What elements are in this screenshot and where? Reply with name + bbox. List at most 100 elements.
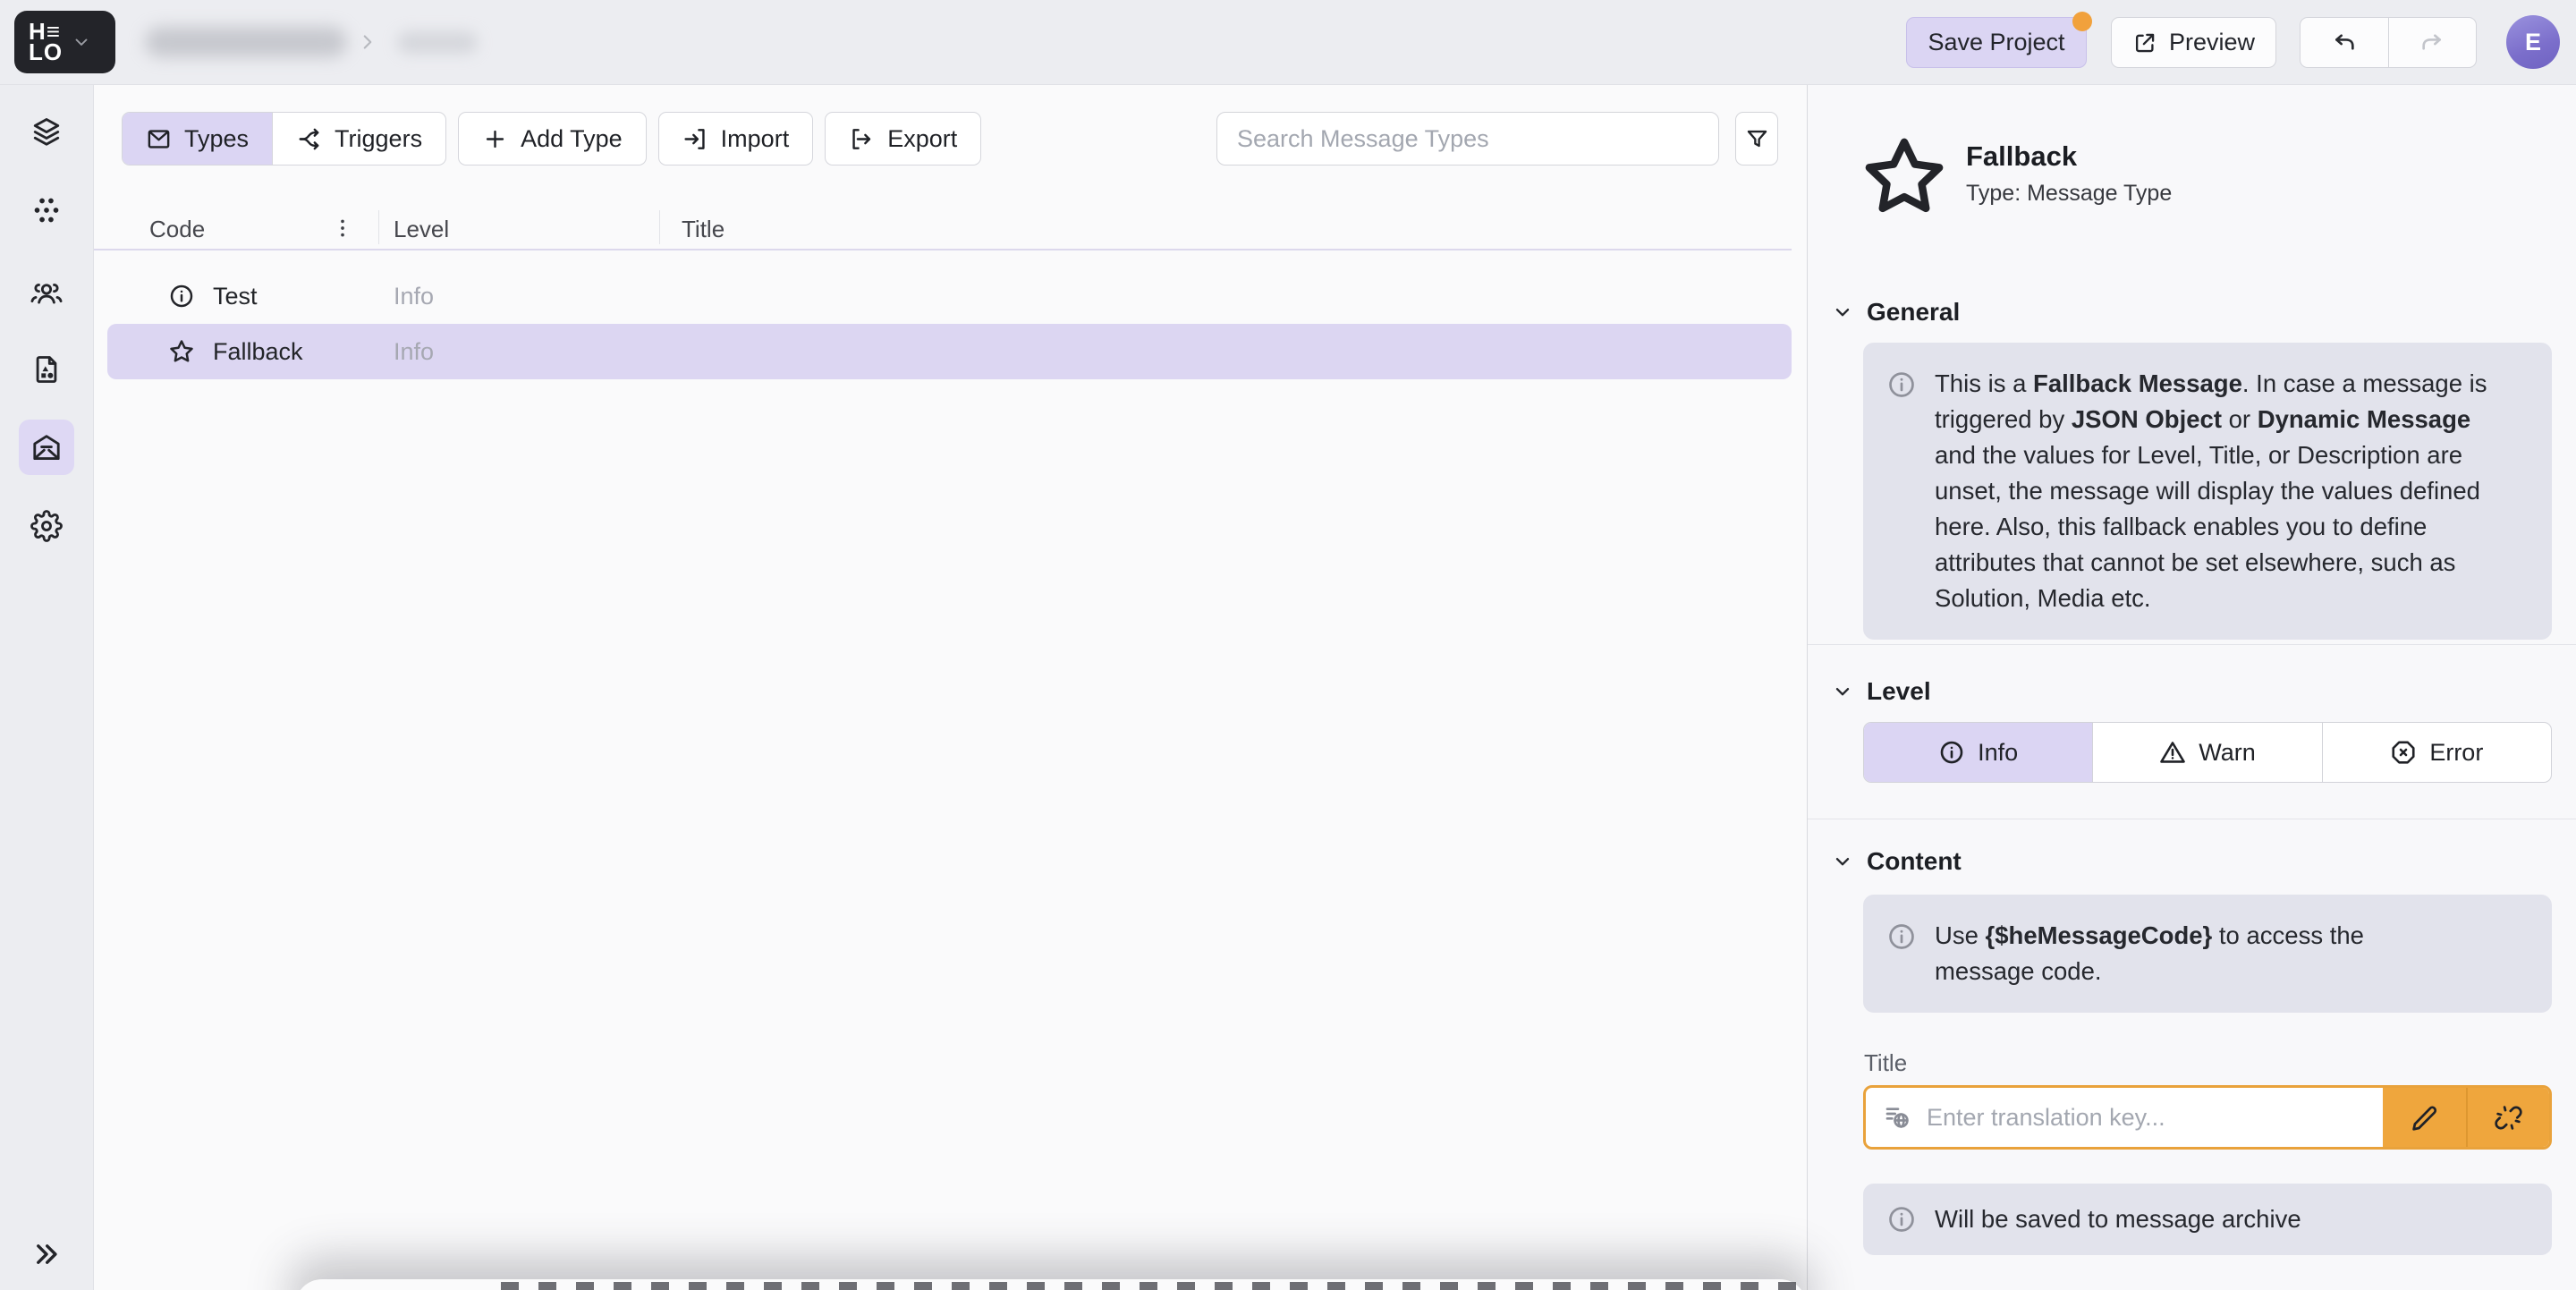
sidebar-expand-button[interactable] [19,1226,74,1282]
info-circle-icon [1886,369,1917,400]
section-content-toggle[interactable]: Content [1832,847,1962,876]
section-general-toggle[interactable]: General [1832,298,1960,327]
column-header-code: Code [149,216,205,243]
top-bar: H≡ LO Save Project Preview E [0,0,2576,85]
unsaved-changes-dot [2072,12,2092,31]
sidebar-item-messages[interactable] [19,420,74,475]
table-row-test[interactable]: Test Info [107,268,1792,324]
edit-translation-button[interactable] [2383,1088,2466,1147]
bottom-canvas-dashed-edge [501,1282,1803,1290]
column-divider [659,210,660,244]
general-info-box: This is a Fallback Message. In case a me… [1863,343,2552,640]
tab-triggers-label: Triggers [335,125,422,153]
breadcrumb-project-blurred[interactable] [145,27,347,57]
detail-panel: Fallback Type: Message Type General This… [1807,85,2576,1290]
panel-title: Fallback [1966,140,2077,173]
level-option-error[interactable]: Error [2322,723,2551,782]
add-type-button[interactable]: Add Type [458,112,647,165]
translation-key-icon [1884,1103,1912,1132]
archive-info-text: Will be saved to message archive [1935,1201,2301,1237]
app-logo: H≡ LO [29,21,63,63]
column-header-level: Level [394,216,449,243]
section-content-heading: Content [1867,847,1962,876]
translation-key-input[interactable] [1912,1088,2383,1147]
split-icon [296,126,322,152]
import-icon [682,126,708,152]
unlink-icon [2495,1104,2522,1132]
gear-icon [30,510,63,542]
level-option-warn[interactable]: Warn [2092,723,2321,782]
star-icon [168,338,195,365]
save-project-label: Save Project [1928,29,2064,56]
media-document-icon [30,353,63,386]
apps-grid-icon [30,194,63,226]
row-level: Info [394,338,434,366]
table-header-border [94,249,1792,250]
pencil-icon [2411,1104,2438,1132]
column-menu-button[interactable] [326,212,359,244]
sidebar-item-apps[interactable] [19,182,74,238]
save-project-button[interactable]: Save Project [1906,17,2087,68]
column-divider [378,210,379,244]
info-circle-icon [168,283,195,310]
open-envelope-icon [30,431,63,463]
level-segmented-control: Info Warn Error [1863,722,2552,783]
tab-types[interactable]: Types [123,113,272,165]
unlink-translation-button[interactable] [2466,1088,2549,1147]
envelope-icon [146,126,172,152]
add-type-label: Add Type [521,125,623,153]
level-info-label: Info [1978,739,2018,767]
sidebar-item-media[interactable] [19,342,74,397]
archive-info-box: Will be saved to message archive [1863,1184,2552,1255]
types-triggers-tabs: Types Triggers [122,112,446,165]
avatar[interactable]: E [2506,15,2560,69]
redo-button-disabled[interactable] [2388,18,2477,67]
level-warn-label: Warn [2199,739,2256,767]
app-logo-menu[interactable]: H≡ LO [14,11,115,73]
column-header-title: Title [682,216,724,243]
level-error-label: Error [2429,739,2483,767]
avatar-initial: E [2525,29,2541,56]
preview-button[interactable]: Preview [2111,17,2276,68]
breadcrumb-page-blurred [397,31,478,54]
general-info-text: This is a Fallback Message. In case a me… [1935,366,2514,616]
chevron-down-icon [1832,851,1853,872]
export-label: Export [887,125,957,153]
table-header: Code Level Title [94,208,1792,250]
row-level: Info [394,283,434,310]
table-row-fallback[interactable]: Fallback Info [107,324,1792,379]
redo-icon [2418,29,2446,57]
level-option-info[interactable]: Info [1864,723,2092,782]
chevron-down-icon [1832,301,1853,323]
chevron-down-icon [72,32,91,52]
users-icon [30,276,63,309]
star-icon [1859,132,1950,223]
row-code: Fallback [213,338,303,366]
message-types-main: Types Triggers Add Type Import Export Co… [94,85,1807,1290]
plus-icon [482,126,508,152]
section-divider [1808,644,2576,645]
tab-types-label: Types [184,125,249,153]
tab-triggers[interactable]: Triggers [272,113,445,165]
info-circle-icon [1886,921,1917,952]
chevron-down-icon [1832,681,1853,702]
section-level-heading: Level [1867,677,1931,706]
search-input[interactable] [1216,112,1719,165]
title-translation-field [1863,1085,2552,1150]
export-button[interactable]: Export [825,112,981,165]
chevrons-right-icon [31,1239,62,1269]
warning-triangle-icon [2159,739,2186,766]
section-general-heading: General [1867,298,1960,327]
section-level-toggle[interactable]: Level [1832,677,1931,706]
sidebar-item-settings[interactable] [19,498,74,554]
import-button[interactable]: Import [658,112,814,165]
info-circle-icon [1938,739,1965,766]
breadcrumb-separator-icon [356,30,379,54]
sidebar-item-users[interactable] [19,265,74,320]
sidebar-item-layers[interactable] [19,104,74,159]
content-info-text: Use {$heMessageCode} to access the messa… [1935,918,2436,989]
filter-button[interactable] [1735,112,1778,165]
panel-subtitle: Type: Message Type [1966,181,2172,207]
toolbar: Types Triggers Add Type Import Export [122,112,981,165]
undo-button[interactable] [2301,18,2388,67]
